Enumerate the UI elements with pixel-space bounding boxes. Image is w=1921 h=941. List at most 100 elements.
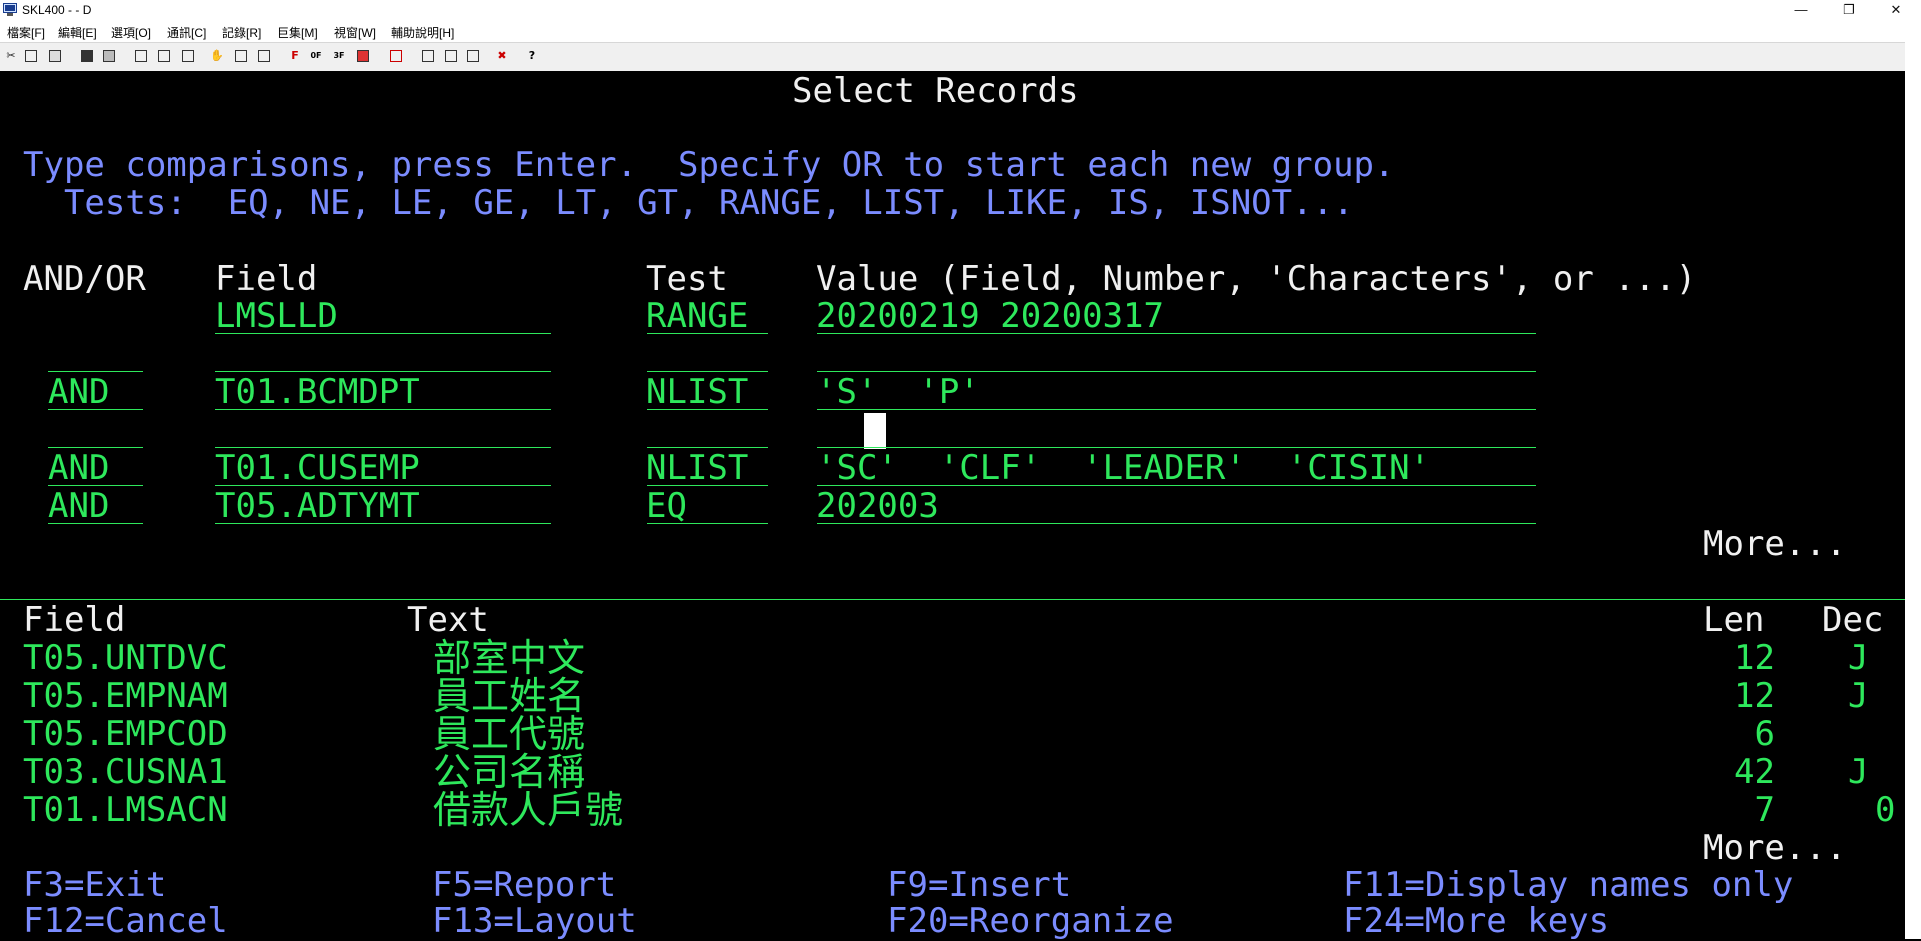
criteria-test[interactable]: RANGE (646, 299, 748, 333)
list-dec: J (1848, 676, 1869, 716)
transfer-icon[interactable] (180, 48, 196, 64)
criteria-andor[interactable]: AND (48, 451, 109, 485)
help-icon[interactable]: ? (524, 48, 540, 64)
paste-icon[interactable] (47, 48, 63, 64)
app-icon (3, 3, 17, 16)
list-text: 公司名稱 (433, 750, 586, 794)
list-len: 12 (1734, 676, 1775, 716)
grid-icon[interactable] (355, 48, 371, 64)
macro-record-icon[interactable] (420, 48, 436, 64)
minimize-button[interactable]: — (1781, 0, 1821, 20)
more-indicator: More... (1703, 828, 1847, 868)
list-field: T05.UNTDVC (23, 638, 228, 678)
font-icon[interactable]: F (287, 48, 303, 64)
criteria-test[interactable]: NLIST (646, 375, 748, 409)
fkey-more-keys[interactable]: F24=More keys (1343, 904, 1609, 938)
window-icon[interactable] (388, 48, 404, 64)
criteria-field[interactable]: T05.ADTYMT (215, 489, 420, 523)
restore-button[interactable]: ❐ (1829, 0, 1869, 20)
field-underline (215, 333, 551, 334)
menu-edit[interactable]: 編輯[E] (58, 24, 97, 41)
send-icon[interactable] (133, 48, 149, 64)
andor-underline (48, 409, 143, 410)
test-underline (647, 333, 768, 334)
menu-help[interactable]: 輔助說明[H] (391, 24, 454, 41)
copy-icon[interactable] (23, 48, 39, 64)
keyboard-icon[interactable] (233, 48, 249, 64)
header-value: Value (Field, Number, 'Characters', or .… (816, 259, 1697, 299)
criteria-field[interactable]: T01.CUSEMP (215, 451, 420, 485)
title-bar: SKL400 - - D — ❐ ✕ (0, 0, 1921, 20)
menu-window[interactable]: 視窗[W] (334, 24, 376, 41)
more-indicator: More... (1703, 524, 1847, 564)
list-text: 員工代號 (433, 712, 586, 756)
fkey-cancel[interactable]: F12=Cancel (23, 904, 228, 938)
menu-comm[interactable]: 通訊[C] (167, 24, 206, 41)
list-field: T05.EMPCOD (23, 714, 228, 754)
keypad-icon[interactable] (256, 48, 272, 64)
list-field: T05.EMPNAM (23, 676, 228, 716)
list-dec: 0 (1875, 790, 1896, 830)
fkey-display-names[interactable]: F11=Display names only (1343, 868, 1793, 902)
list-field: T01.LMSACN (23, 790, 228, 830)
list-text: 員工姓名 (433, 674, 586, 718)
list-dec: J (1848, 752, 1869, 792)
list-len: 7 (1754, 790, 1775, 830)
instruction-line-1: Type comparisons, press Enter. Specify O… (23, 145, 1395, 185)
macro-play-icon[interactable] (443, 48, 459, 64)
list-len: 42 (1734, 752, 1775, 792)
close-button[interactable]: ✕ (1876, 0, 1916, 20)
criteria-field[interactable]: LMSLLD (215, 299, 338, 333)
value-underline (817, 333, 1536, 334)
fkey-insert[interactable]: F9=Insert (887, 868, 1071, 902)
list-text: 借款人戶號 (433, 788, 624, 832)
menu-macro[interactable]: 巨集[M] (277, 24, 318, 41)
toggle-icon[interactable]: 0F (308, 48, 324, 64)
field-underline (215, 523, 551, 524)
list-dec: J (1848, 638, 1869, 678)
fkey-exit[interactable]: F3=Exit (23, 868, 166, 902)
criteria-andor[interactable]: AND (48, 375, 109, 409)
value-underline (817, 523, 1536, 524)
criteria-value[interactable]: 202003 (816, 489, 939, 523)
criteria-andor[interactable]: AND (48, 489, 109, 523)
fkey-layout[interactable]: F13=Layout (432, 904, 637, 938)
toolbar: ✂ ✋ F 0F 3F ✖ ? (0, 42, 1905, 72)
list-header-len: Len (1703, 600, 1765, 640)
fkey-reorganize[interactable]: F20=Reorganize (887, 904, 1174, 938)
receive-icon[interactable] (156, 48, 172, 64)
criteria-test[interactable]: EQ (646, 489, 687, 523)
hand-icon[interactable]: ✋ (209, 48, 225, 64)
header-test: Test (646, 259, 728, 299)
criteria-value[interactable]: 'SC' 'CLF' 'LEADER' 'CISIN' (816, 451, 1430, 485)
macro-stop-icon[interactable] (465, 48, 481, 64)
criteria-field[interactable]: T01.BCMDPT (215, 375, 420, 409)
menu-options[interactable]: 選項[O] (111, 24, 151, 41)
header-field: Field (215, 259, 318, 299)
print-icon[interactable] (101, 48, 117, 64)
cut-icon[interactable]: ✂ (3, 48, 19, 64)
andor-underline (48, 523, 143, 524)
disconnect-icon[interactable]: ✖ (494, 48, 510, 64)
menu-bar: 檔案[F] 編輯[E] 選項[O] 通訊[C] 記錄[R] 巨集[M] 視窗[W… (0, 20, 1921, 42)
separator-line (0, 599, 1905, 600)
instruction-line-2: Tests: EQ, NE, LE, GE, LT, GT, RANGE, LI… (23, 183, 1354, 223)
header-andor: AND/OR (23, 259, 146, 299)
color-icon[interactable]: 3F (331, 48, 347, 64)
value-underline (817, 409, 1536, 410)
window-title: SKL400 - - D (22, 3, 92, 17)
list-header-text: Text (407, 600, 489, 640)
terminal-screen[interactable]: Select Records Type comparisons, press E… (0, 71, 1905, 939)
list-len: 6 (1754, 714, 1775, 754)
test-underline (647, 523, 768, 524)
save-icon[interactable] (79, 48, 95, 64)
screen-title: Select Records (792, 71, 1079, 111)
fkey-report[interactable]: F5=Report (432, 868, 616, 902)
criteria-test[interactable]: NLIST (646, 451, 748, 485)
menu-record[interactable]: 記錄[R] (222, 24, 261, 41)
menu-file[interactable]: 檔案[F] (7, 24, 45, 41)
list-len: 12 (1734, 638, 1775, 678)
criteria-value[interactable]: 'S' 'P' (816, 375, 980, 409)
list-text: 部室中文 (433, 636, 586, 680)
criteria-value[interactable]: 20200219 20200317 (816, 299, 1164, 333)
